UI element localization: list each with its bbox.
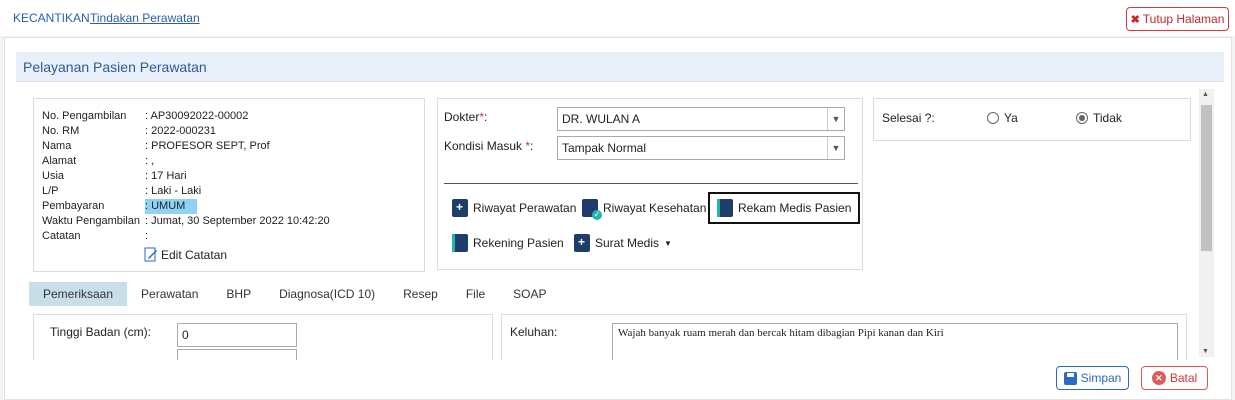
patient-info-box: No. Pengambilan : AP30092022-00002 No. RM…: [33, 98, 425, 272]
riwayat-kesehatan-label: Riwayat Kesehatan: [603, 201, 707, 215]
tab-bhp[interactable]: BHP: [212, 282, 265, 306]
medical-history-icon: [452, 199, 468, 217]
patient-label: Nama: [42, 140, 72, 152]
patient-label: L/P: [42, 185, 59, 197]
riwayat-perawatan-button[interactable]: Riwayat Perawatan: [452, 194, 576, 222]
save-icon: [1063, 371, 1077, 385]
caret-down-icon: ▼: [664, 238, 672, 248]
rekam-medis-button[interactable]: Rekam Medis Pasien: [708, 192, 861, 224]
chevron-down-icon[interactable]: ▼: [827, 137, 844, 159]
completion-box: Selesai ?: Ya Tidak: [873, 98, 1191, 141]
vitals-box: Tinggi Badan (cm): 0: [33, 314, 493, 360]
main-panel: Pelayanan Pasien Perawatan No. Pengambil…: [4, 37, 1232, 400]
edit-note-label: Edit Catatan: [161, 247, 228, 262]
complaint-label: Keluhan:: [510, 325, 558, 339]
complaint-box: Keluhan: Wajah banyak ruam merah dan ber…: [501, 314, 1187, 360]
tab-bar: Pemeriksaan Perawatan BHP Diagnosa(ICD 1…: [29, 282, 561, 306]
chevron-down-icon[interactable]: ▼: [827, 108, 844, 130]
breadcrumb-root[interactable]: KECANTIKAN: [13, 11, 90, 25]
rekening-label: Rekening Pasien: [473, 236, 564, 250]
patient-value: : 2022-000231: [145, 125, 216, 137]
radio-yes[interactable]: Ya: [987, 111, 1018, 125]
bill-icon: [452, 234, 468, 252]
surat-medis-dropdown[interactable]: Surat Medis ▼: [574, 229, 672, 257]
close-page-label: Tutup Halaman: [1142, 12, 1225, 26]
condition-value: Tampak Normal: [562, 141, 647, 155]
patient-label: Usia: [42, 170, 65, 182]
radio-no[interactable]: Tidak: [1076, 111, 1122, 125]
complaint-textarea[interactable]: Wajah banyak ruam merah dan bercak hitam…: [612, 323, 1178, 360]
patient-value: : AP30092022-00002: [145, 110, 249, 122]
save-button[interactable]: Simpan: [1056, 366, 1129, 390]
scroll-down-icon[interactable]: ▼: [1202, 348, 1209, 355]
save-label: Simpan: [1080, 371, 1122, 385]
tab-file[interactable]: File: [452, 282, 499, 306]
cancel-button[interactable]: ✕ Batal: [1141, 366, 1208, 390]
patient-value: : Laki - Laki: [145, 185, 202, 197]
divider: [444, 183, 858, 184]
top-bar: KECANTIKAN Tindakan Perawatan ✖ Tutup Ha…: [0, 0, 1235, 36]
payment-value: : UMUM: [145, 199, 198, 214]
patient-value: : Jumat, 30 September 2022 10:42:20: [145, 215, 330, 227]
close-icon: ✖: [1130, 13, 1140, 26]
health-record-icon: [582, 199, 602, 220]
patient-value: : ,: [145, 155, 155, 167]
exam-section: Tinggi Badan (cm): 0 Keluhan: Wajah bany…: [29, 310, 1194, 360]
medical-book-icon: [717, 199, 733, 217]
edit-note-icon: [144, 247, 157, 262]
height-value: 0: [182, 328, 189, 342]
rekam-medis-label: Rekam Medis Pasien: [738, 201, 852, 215]
tab-perawatan[interactable]: Perawatan: [127, 282, 212, 306]
height-input[interactable]: 0: [177, 323, 297, 347]
scrollbar-thumb[interactable]: [1201, 105, 1212, 251]
tab-soap[interactable]: SOAP: [499, 282, 560, 306]
condition-select[interactable]: Tampak Normal ▼: [557, 136, 845, 160]
radio-no-label: Tidak: [1093, 111, 1122, 125]
patient-label: Waktu Pengambilan: [42, 215, 141, 227]
tab-resep[interactable]: Resep: [389, 282, 452, 306]
radio-circle[interactable]: [987, 112, 999, 124]
patient-label: No. RM: [42, 125, 80, 137]
condition-label: Kondisi Masuk *:: [444, 139, 534, 153]
patient-label: Alamat: [42, 155, 77, 167]
doctor-value: DR. WULAN A: [562, 112, 641, 126]
doctor-select[interactable]: DR. WULAN A ▼: [557, 107, 845, 131]
weight-input[interactable]: [177, 349, 297, 360]
cancel-icon: ✕: [1151, 371, 1166, 385]
patient-value: : 17 Hari: [145, 170, 187, 182]
panel-title: Pelayanan Pasien Perawatan: [23, 59, 207, 75]
surat-medis-label: Surat Medis: [595, 236, 660, 250]
close-page-button[interactable]: ✖ Tutup Halaman: [1126, 7, 1229, 31]
patient-value: :: [145, 230, 149, 242]
vertical-scrollbar[interactable]: ▲ ▼: [1199, 89, 1214, 357]
riwayat-kesehatan-button[interactable]: Riwayat Kesehatan: [582, 194, 706, 222]
height-label: Tinggi Badan (cm):: [50, 325, 151, 339]
radio-circle-selected[interactable]: [1076, 112, 1088, 124]
doctor-label: Dokter*:: [444, 110, 488, 124]
cancel-label: Batal: [1169, 371, 1198, 385]
edit-note-link[interactable]: Edit Catatan: [144, 247, 227, 262]
tab-diagnosa[interactable]: Diagnosa(ICD 10): [265, 282, 389, 306]
doctor-actions-box: Dokter*: DR. WULAN A ▼ Kondisi Masuk *: …: [437, 98, 863, 270]
panel-header: Pelayanan Pasien Perawatan: [16, 52, 1224, 82]
patient-label: No. Pengambilan: [42, 110, 127, 122]
radio-yes-label: Ya: [1004, 111, 1018, 125]
riwayat-perawatan-label: Riwayat Perawatan: [473, 201, 577, 215]
completion-label: Selesai ?:: [882, 111, 935, 125]
scroll-up-icon[interactable]: ▲: [1202, 91, 1209, 98]
breadcrumb-current[interactable]: Tindakan Perawatan: [90, 11, 200, 25]
patient-label: Catatan: [42, 230, 81, 242]
rekening-button[interactable]: Rekening Pasien: [452, 229, 564, 257]
medical-letter-icon: [574, 234, 590, 252]
tab-pemeriksaan[interactable]: Pemeriksaan: [29, 282, 128, 306]
patient-value: : PROFESOR SEPT, Prof: [145, 140, 270, 152]
patient-label: Pembayaran: [42, 200, 105, 212]
